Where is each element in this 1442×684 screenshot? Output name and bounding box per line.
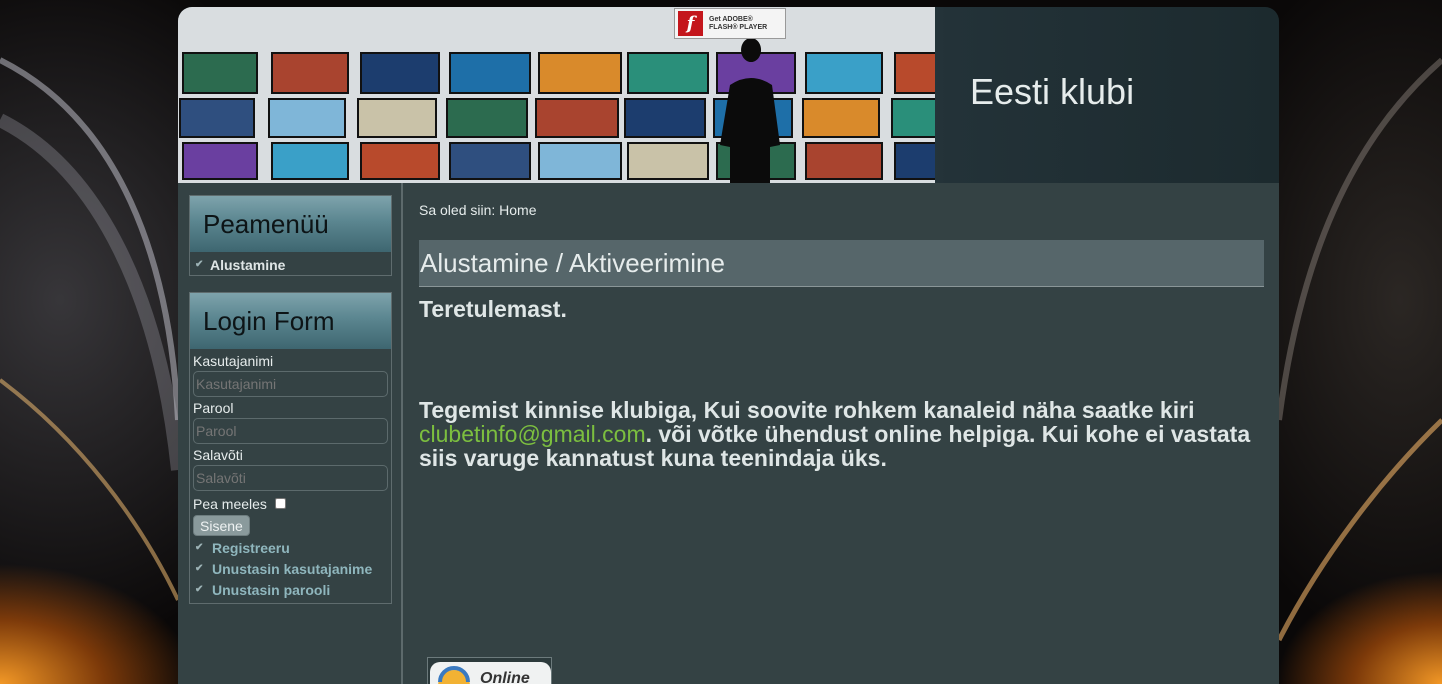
forgot-password-link-label: Unustasin parooli <box>212 581 331 598</box>
check-icon: ✔ <box>195 259 204 270</box>
banner-screen-tile <box>538 52 622 94</box>
banner-screen-tile <box>268 98 346 138</box>
banner-screen-tile <box>805 52 883 94</box>
site-title: Eesti klubi <box>970 71 1135 112</box>
banner-screen-tile <box>271 142 349 180</box>
banner-screen-tile <box>360 52 440 94</box>
banner-screen-tile <box>179 98 255 138</box>
username-input[interactable] <box>193 371 388 397</box>
banner-screen-tile <box>357 98 437 138</box>
banner-screen-tile <box>360 142 440 180</box>
register-link[interactable]: ✔ Registreeru <box>190 537 391 558</box>
remember-me-label: Pea meeles <box>193 495 267 512</box>
banner-screen-tile <box>271 52 349 94</box>
main-area: Peamenüü ✔ Alustamine Login Form Kasutaj… <box>178 183 1279 684</box>
menu-item-alustamine[interactable]: ✔ Alustamine <box>190 254 391 275</box>
online-label: Online <box>480 670 530 684</box>
login-form-title: Login Form <box>190 293 391 349</box>
check-icon: ✔ <box>195 563 204 574</box>
email-link[interactable]: clubetinfo@gmail.com <box>419 421 646 447</box>
flash-icon: f <box>678 11 703 36</box>
welcome-text: Teretulemast. <box>419 296 567 322</box>
main-menu-title: Peamenüü <box>190 196 391 252</box>
banner-screen-tile <box>624 98 706 138</box>
flash-badge-line2: FLASH® PLAYER <box>709 23 768 31</box>
password-input[interactable] <box>193 418 388 444</box>
remember-me-row: Pea meeles <box>190 492 391 515</box>
register-link-label: Registreeru <box>212 539 290 556</box>
banner-screen-tile <box>627 142 709 180</box>
secret-key-input[interactable] <box>193 465 388 491</box>
banner-screen-tile <box>538 142 622 180</box>
sidebar: Peamenüü ✔ Alustamine Login Form Kasutaj… <box>178 183 403 684</box>
banner-screen-tile <box>891 98 935 138</box>
forgot-username-link[interactable]: ✔ Unustasin kasutajanime <box>190 558 391 579</box>
login-form-module: Login Form Kasutajanimi Parool Salavõti … <box>189 292 392 604</box>
forgot-password-link[interactable]: ✔ Unustasin parooli <box>190 579 391 600</box>
header: f Get ADOBE® FLASH® PLAYER Eesti klubi <box>178 7 1279 183</box>
main-content: Sa oled siin: Home Alustamine / Aktiveer… <box>419 183 1264 684</box>
online-help-widget[interactable]: Online <box>427 657 552 684</box>
banner-screen-tile <box>449 142 531 180</box>
banner-screen-tile <box>805 142 883 180</box>
headset-icon <box>438 666 470 684</box>
banner-screen-tile <box>627 52 709 94</box>
username-label: Kasutajanimi <box>193 353 274 369</box>
banner-screen-tile <box>446 98 528 138</box>
forgot-username-link-label: Unustasin kasutajanime <box>212 560 373 577</box>
secret-key-label: Salavõti <box>193 447 243 463</box>
main-menu-module: Peamenüü ✔ Alustamine <box>189 195 392 276</box>
banner-screen-tile <box>182 142 258 180</box>
banner-screen-tile <box>894 52 935 94</box>
site-wrapper: f Get ADOBE® FLASH® PLAYER Eesti klubi P… <box>178 7 1279 684</box>
menu-item-label: Alustamine <box>210 256 286 273</box>
login-submit-button[interactable]: Sisene <box>193 515 250 536</box>
banner-screen-tile <box>535 98 619 138</box>
check-icon: ✔ <box>195 542 204 553</box>
page-heading: Alustamine / Aktiveerimine <box>419 240 1264 287</box>
info-message: Tegemist kinnise klubiga, Kui soovite ro… <box>419 398 1254 470</box>
breadcrumb: Sa oled siin: Home <box>419 202 537 218</box>
header-banner-image: f Get ADOBE® FLASH® PLAYER <box>178 7 935 183</box>
password-label: Parool <box>193 400 234 416</box>
banner-screen-tile <box>894 142 935 180</box>
remember-me-checkbox[interactable] <box>274 498 286 509</box>
banner-screen-tile <box>449 52 531 94</box>
get-flash-player-badge[interactable]: f Get ADOBE® FLASH® PLAYER <box>674 8 786 39</box>
banner-screen-tile <box>182 52 258 94</box>
banner-screen-tile <box>802 98 880 138</box>
message-part-1: Tegemist kinnise klubiga, Kui soovite ro… <box>419 397 1195 423</box>
check-icon: ✔ <box>195 584 204 595</box>
flash-badge-line1: Get ADOBE® <box>709 15 753 23</box>
